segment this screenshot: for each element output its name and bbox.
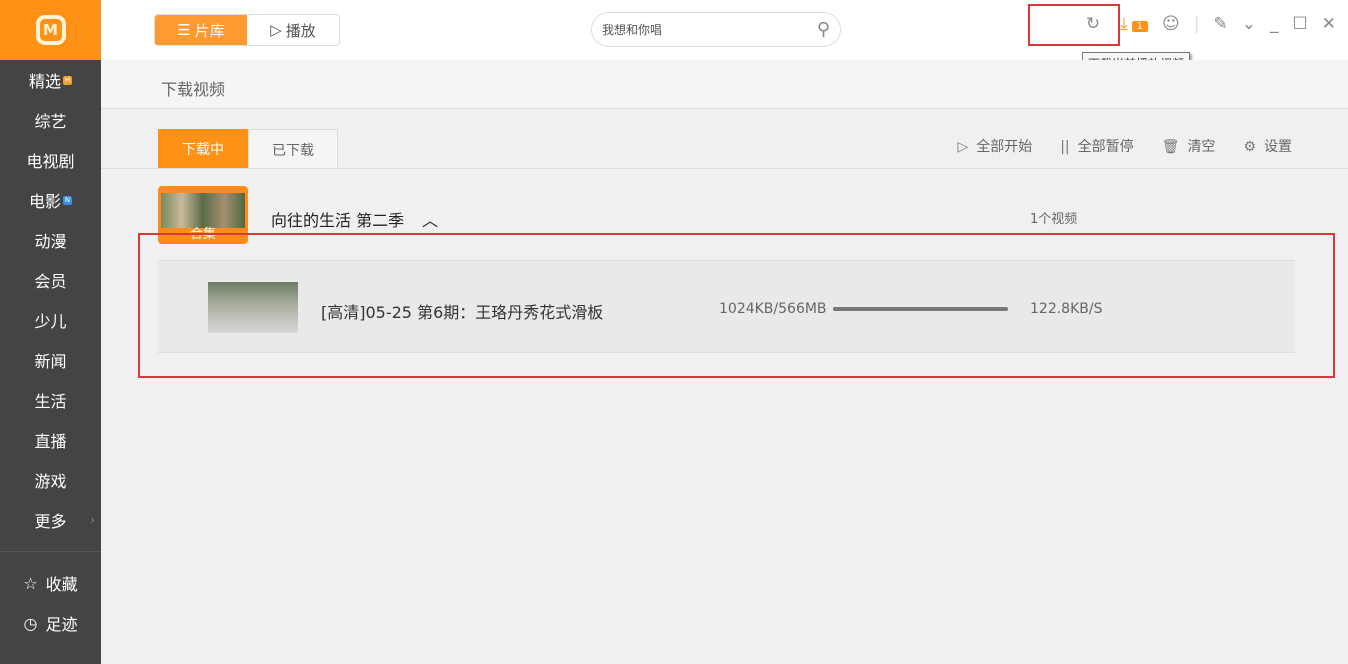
- download-button[interactable]: ⤓1: [1120, 14, 1148, 34]
- nav-item-dianshiju[interactable]: 电视剧: [0, 140, 101, 180]
- nav-label: 收藏: [46, 571, 78, 595]
- search-box[interactable]: 我想和你唱 ⚲: [591, 12, 841, 47]
- group-title: 向往的生活 第二季 ︿: [271, 207, 438, 231]
- nav-item-zhibo[interactable]: 直播: [0, 420, 101, 460]
- nav-item-more[interactable]: 更多 ›: [0, 500, 101, 540]
- nav-label: 游戏: [34, 468, 66, 492]
- nav-item-favorites[interactable]: ☆ 收藏: [0, 563, 101, 603]
- page-title: 下载视频: [161, 76, 225, 100]
- nav-item-jingxuan[interactable]: 精选H: [0, 60, 101, 100]
- divider: [101, 168, 1348, 169]
- gear-icon: ⚙: [1243, 139, 1256, 155]
- action-label: 设置: [1264, 139, 1292, 155]
- action-label: 全部暂停: [1078, 139, 1134, 155]
- download-tabs: 下载中 已下载: [158, 129, 338, 169]
- start-all-button[interactable]: ▷ 全部开始: [957, 136, 1032, 156]
- library-label: 片库: [195, 20, 225, 41]
- highlight-box: [138, 233, 1335, 378]
- feedback-icon[interactable]: ✎: [1214, 14, 1228, 34]
- nav-item-dianying[interactable]: 电影N: [0, 180, 101, 220]
- sidebar: M 精选H 综艺 电视剧 电影N 动漫 会员 少儿 新闻 生活 直播 游戏 更多…: [0, 0, 101, 664]
- app-logo[interactable]: M: [0, 0, 101, 60]
- chevron-right-icon: ›: [90, 513, 95, 527]
- hot-badge: H: [63, 76, 72, 85]
- nav-item-youxi[interactable]: 游戏: [0, 460, 101, 500]
- nav-label: 更多: [34, 508, 66, 532]
- nav-label: 综艺: [34, 108, 66, 132]
- clear-button[interactable]: 🗑 清空: [1162, 136, 1216, 156]
- tab-downloading[interactable]: 下载中: [158, 129, 248, 169]
- search-icon[interactable]: ⚲: [817, 19, 830, 40]
- settings-button[interactable]: ⚙ 设置: [1243, 136, 1292, 156]
- user-icon[interactable]: ☺: [1162, 14, 1180, 34]
- clock-icon: ◷: [24, 614, 38, 633]
- nav-label: 精选: [29, 68, 61, 92]
- maximize-icon[interactable]: ☐: [1293, 14, 1308, 34]
- nav-item-history[interactable]: ◷ 足迹: [0, 603, 101, 643]
- nav-label: 动漫: [34, 228, 66, 252]
- page-header: 下载视频: [101, 60, 1348, 109]
- nav-label: 会员: [34, 268, 66, 292]
- pause-icon: ||: [1060, 139, 1069, 155]
- nav-item-dongman[interactable]: 动漫: [0, 220, 101, 260]
- close-icon[interactable]: ✕: [1322, 14, 1336, 34]
- play-label: 播放: [286, 20, 316, 41]
- chevron-down-icon[interactable]: ⌄: [1242, 14, 1256, 34]
- separator: |: [1194, 14, 1200, 34]
- nav-label: 生活: [34, 388, 66, 412]
- play-tab[interactable]: ▷播放: [247, 15, 339, 45]
- action-label: 全部开始: [976, 139, 1032, 155]
- nav-label: 电视剧: [26, 148, 74, 172]
- group-count: 1个视频: [1030, 208, 1077, 227]
- divider: [0, 551, 101, 552]
- pause-all-button[interactable]: || 全部暂停: [1060, 136, 1133, 156]
- library-tab[interactable]: ☰ 片库: [155, 15, 247, 45]
- nav-item-zongyi[interactable]: 综艺: [0, 100, 101, 140]
- group-title-text: 向往的生活 第二季: [271, 211, 404, 230]
- topbar: ☰ 片库 ▷播放 我想和你唱 ⚲ ↻ ⤓1 ☺ | ✎ ⌄ _ ☐ ✕: [101, 0, 1348, 60]
- menu-icon: ☰: [177, 21, 190, 39]
- play-icon: ▷: [957, 139, 968, 155]
- trash-icon: 🗑: [1162, 139, 1180, 155]
- mgtv-logo-icon: M: [36, 15, 66, 45]
- nav-item-shenghuo[interactable]: 生活: [0, 380, 101, 420]
- search-input[interactable]: 我想和你唱: [602, 21, 662, 38]
- nav-label: 新闻: [34, 348, 66, 372]
- new-badge: N: [63, 196, 72, 205]
- download-count-badge: 1: [1132, 21, 1148, 32]
- nav-label: 电影: [29, 188, 61, 212]
- nav-item-huiyuan[interactable]: 会员: [0, 260, 101, 300]
- nav-label: 少儿: [34, 308, 66, 332]
- nav-item-shaoer[interactable]: 少儿: [0, 300, 101, 340]
- play-icon: ▷: [270, 21, 282, 39]
- nav-label: 足迹: [45, 611, 77, 635]
- star-icon: ☆: [23, 574, 37, 593]
- window-controls: ↻ ⤓1 ☺ | ✎ ⌄ _ ☐ ✕: [1086, 14, 1336, 34]
- nav-item-xinwen[interactable]: 新闻: [0, 340, 101, 380]
- mode-switch: ☰ 片库 ▷播放: [154, 14, 340, 46]
- minimize-icon[interactable]: _: [1270, 14, 1279, 34]
- chevron-up-icon[interactable]: ︿: [422, 211, 438, 230]
- action-bar: ▷ 全部开始 || 全部暂停 🗑 清空 ⚙ 设置: [957, 136, 1292, 156]
- action-label: 清空: [1187, 139, 1215, 155]
- nav-label: 直播: [34, 428, 66, 452]
- tab-downloaded[interactable]: 已下载: [248, 129, 338, 169]
- highlight-box: [1028, 4, 1120, 46]
